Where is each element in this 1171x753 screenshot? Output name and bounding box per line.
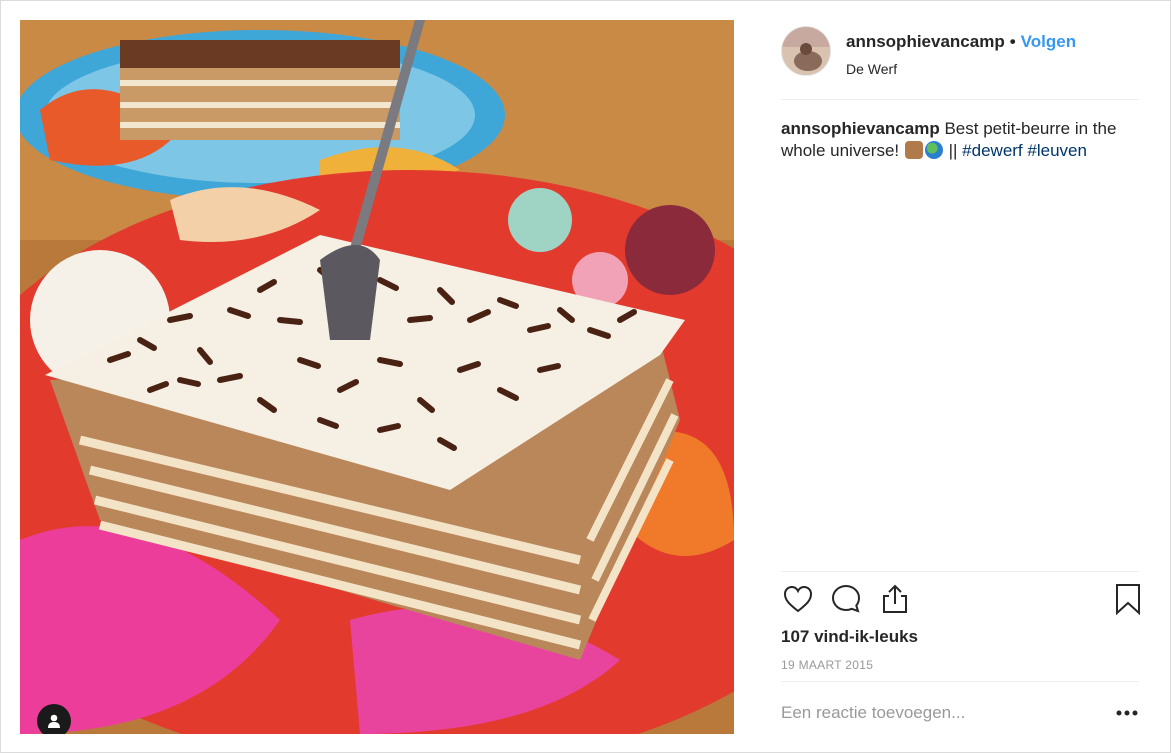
post-card: annsophievancamp • Volgen De Werf annsophi… xyxy=(0,0,1171,753)
location-link[interactable]: De Werf xyxy=(846,61,897,77)
action-bar xyxy=(781,582,1140,618)
bookmark-icon xyxy=(1116,584,1140,615)
hashtag-dewerf[interactable]: #dewerf xyxy=(962,141,1022,160)
header-user-row: annsophievancamp • Volgen xyxy=(846,32,1076,52)
like-button[interactable] xyxy=(781,582,815,616)
user-tag-icon xyxy=(48,714,60,728)
avatar[interactable] xyxy=(781,26,831,76)
comment-button[interactable] xyxy=(829,582,863,616)
cake-photo-illustration xyxy=(20,20,734,734)
post-sidebar: annsophievancamp • Volgen De Werf annsophi… xyxy=(781,20,1140,734)
user-tag-button[interactable] xyxy=(37,704,71,734)
post-photo[interactable] xyxy=(20,20,734,734)
comment-input[interactable] xyxy=(781,700,1081,726)
post-header: annsophievancamp • Volgen De Werf xyxy=(781,26,1139,100)
likes-count[interactable]: 107 vind-ik-leuks xyxy=(781,627,918,647)
heart-icon xyxy=(783,585,813,613)
header-username[interactable]: annsophievancamp xyxy=(846,32,1005,51)
follow-button[interactable]: Volgen xyxy=(1021,32,1076,51)
save-button[interactable] xyxy=(1111,582,1145,616)
caption-username[interactable]: annsophievancamp xyxy=(781,119,940,138)
header-separator: • xyxy=(1009,32,1016,51)
more-options-button[interactable] xyxy=(1115,705,1139,721)
divider xyxy=(781,571,1139,572)
divider xyxy=(781,681,1139,682)
globe-emoji-icon xyxy=(924,141,943,159)
share-icon xyxy=(883,584,907,613)
caption-separator: || xyxy=(948,141,958,160)
comment-icon xyxy=(831,584,861,613)
avatar-image xyxy=(782,27,830,75)
more-dots-icon xyxy=(1116,710,1138,716)
hands-emoji-icon xyxy=(904,141,923,159)
post-caption: annsophievancamp Best petit-beurre in th… xyxy=(781,118,1131,162)
post-date[interactable]: 19 MAART 2015 xyxy=(781,658,873,672)
hashtag-leuven[interactable]: #leuven xyxy=(1027,141,1087,160)
share-button[interactable] xyxy=(878,582,912,616)
